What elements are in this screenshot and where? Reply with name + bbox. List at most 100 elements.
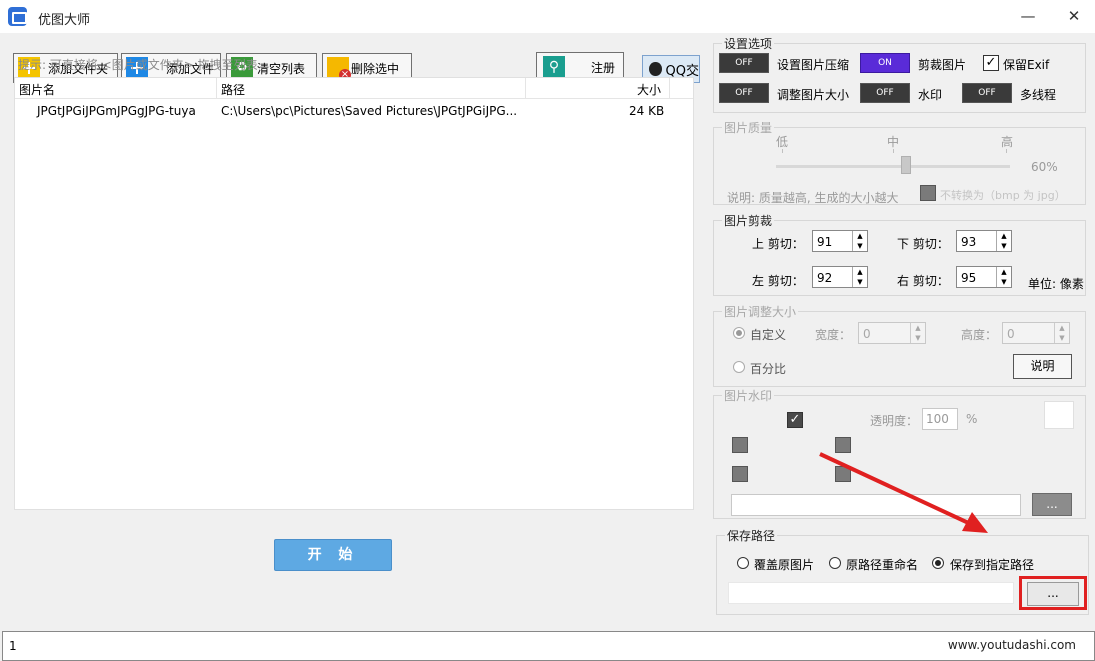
quality-slider-thumb[interactable] bbox=[901, 156, 911, 174]
spin-down-icon[interactable]: ▼ bbox=[853, 241, 867, 251]
register-label: 注册 bbox=[591, 60, 616, 75]
save-path-title: 保存路径 bbox=[725, 527, 778, 544]
file-list-header: 图片名 路径 大小 bbox=[15, 78, 693, 99]
position-top-right-checkbox[interactable] bbox=[835, 437, 851, 453]
exif-label: 保留Exif bbox=[1003, 58, 1050, 72]
overwrite-radio[interactable] bbox=[737, 557, 749, 569]
resize-toggle-label: 调整图片大小 bbox=[777, 88, 850, 102]
crop-top-value: 91 bbox=[817, 235, 833, 249]
watermark-browse-button[interactable]: ... bbox=[1032, 493, 1072, 516]
row-file-size: 24 KB bbox=[629, 104, 665, 118]
spin-up-icon[interactable]: ▲ bbox=[853, 231, 867, 241]
percent-radio[interactable] bbox=[733, 361, 745, 373]
width-spinner[interactable]: 0 ▲ ▼ bbox=[858, 322, 926, 344]
opacity-input[interactable]: 100 bbox=[922, 408, 958, 430]
quality-value: 60% bbox=[1031, 160, 1058, 174]
watermark-path-input[interactable] bbox=[731, 494, 1021, 516]
watermark-toggle[interactable]: OFF bbox=[860, 83, 910, 103]
column-path[interactable]: 路径 bbox=[221, 81, 245, 98]
crop-title: 图片剪裁 bbox=[722, 212, 775, 229]
resize-title: 图片调整大小 bbox=[722, 303, 799, 320]
crop-bottom-label: 下 剪切： bbox=[897, 237, 949, 251]
column-name[interactable]: 图片名 bbox=[19, 81, 55, 98]
position-bottom-right-checkbox[interactable] bbox=[835, 466, 851, 482]
row-file-name: JPGtJPGiJPGmJPGgJPG-tuya bbox=[37, 104, 196, 118]
status-count: 1 bbox=[9, 639, 17, 653]
app-icon bbox=[8, 7, 27, 26]
crop-right-spinner[interactable]: 95 ▲ ▼ bbox=[956, 266, 1012, 288]
crop-toggle[interactable]: ON bbox=[860, 53, 910, 73]
window-title: 优图大师 bbox=[38, 13, 91, 28]
height-label: 高度： bbox=[961, 328, 998, 342]
exif-checkbox[interactable]: ✓ bbox=[983, 55, 999, 71]
watermark-toggle-label: 水印 bbox=[918, 88, 943, 102]
table-row[interactable]: JPGtJPGiJPGmJPGgJPG-tuya C:\Users\pc\Pic… bbox=[15, 100, 693, 122]
crop-unit: 单位: 像素 bbox=[1028, 277, 1084, 291]
clear-list-label: 清空列表 bbox=[257, 61, 306, 76]
quality-note: 说明: 质量越高, 生成的大小越大 bbox=[727, 191, 899, 205]
custom-size-label: 自定义 bbox=[750, 328, 787, 342]
spin-up-icon[interactable]: ▲ bbox=[911, 323, 925, 333]
quality-title: 图片质量 bbox=[722, 119, 775, 136]
crop-top-label: 上 剪切： bbox=[752, 237, 804, 251]
save-path-input[interactable] bbox=[728, 582, 1014, 604]
spin-down-icon[interactable]: ▼ bbox=[853, 277, 867, 287]
quality-slider-track[interactable] bbox=[776, 165, 1010, 168]
spin-down-icon[interactable]: ▼ bbox=[911, 333, 925, 343]
compress-label: 设置图片压缩 bbox=[777, 58, 850, 72]
resize-toggle[interactable]: OFF bbox=[719, 83, 769, 103]
multithread-label: 多线程 bbox=[1020, 88, 1057, 102]
watermark-color-box[interactable] bbox=[1044, 401, 1074, 429]
crop-left-spinner[interactable]: 92 ▲ ▼ bbox=[812, 266, 868, 288]
spin-up-icon[interactable]: ▲ bbox=[997, 267, 1011, 277]
settings-title: 设置选项 bbox=[722, 35, 775, 52]
crop-right-value: 95 bbox=[961, 271, 977, 285]
highlight-box bbox=[1019, 576, 1087, 610]
custom-size-radio[interactable] bbox=[733, 327, 745, 339]
spin-up-icon[interactable]: ▲ bbox=[997, 231, 1011, 241]
watermark-title: 图片水印 bbox=[722, 387, 775, 404]
delete-selected-label: 删除选中 bbox=[351, 61, 400, 76]
explain-button[interactable]: 说明 bbox=[1013, 354, 1072, 379]
start-button[interactable]: 开 始 bbox=[274, 539, 392, 571]
crop-bottom-spinner[interactable]: 93 ▲ ▼ bbox=[956, 230, 1012, 252]
compress-toggle[interactable]: OFF bbox=[719, 53, 769, 73]
file-list[interactable]: 图片名 路径 大小 JPGtJPGiJPGmJPGgJPG-tuya C:\Us… bbox=[14, 77, 694, 510]
spin-down-icon[interactable]: ▼ bbox=[997, 277, 1011, 287]
width-label: 宽度： bbox=[815, 328, 852, 342]
crop-toggle-label: 剪裁图片 bbox=[918, 58, 967, 72]
quality-high-label: 高 bbox=[1001, 135, 1014, 149]
close-button[interactable]: ✕ bbox=[1061, 4, 1087, 28]
rename-radio[interactable] bbox=[829, 557, 841, 569]
slider-tick bbox=[1006, 149, 1007, 153]
multithread-toggle[interactable]: OFF bbox=[962, 83, 1012, 103]
height-spinner[interactable]: 0 ▲ ▼ bbox=[1002, 322, 1070, 344]
width-value: 0 bbox=[863, 327, 871, 341]
custom-path-label: 保存到指定路径 bbox=[950, 558, 1035, 572]
opacity-unit: % bbox=[966, 412, 978, 426]
minimize-button[interactable]: — bbox=[1015, 4, 1041, 28]
crop-top-spinner[interactable]: 91 ▲ ▼ bbox=[812, 230, 868, 252]
quality-mid-label: 中 bbox=[887, 135, 900, 149]
bmp-checkbox[interactable] bbox=[920, 185, 936, 201]
column-separator bbox=[525, 78, 526, 99]
overwrite-label: 覆盖原图片 bbox=[754, 558, 815, 572]
column-separator bbox=[669, 78, 670, 99]
key-icon: ⚲ bbox=[543, 56, 565, 78]
column-separator bbox=[216, 78, 217, 99]
position-bottom-left-checkbox[interactable] bbox=[732, 466, 748, 482]
slider-tick bbox=[782, 149, 783, 153]
spin-down-icon[interactable]: ▼ bbox=[1055, 333, 1069, 343]
opacity-value: 100 bbox=[926, 412, 949, 426]
height-value: 0 bbox=[1007, 327, 1015, 341]
column-size[interactable]: 大小 bbox=[637, 81, 661, 98]
percent-label: 百分比 bbox=[750, 362, 787, 376]
rename-label: 原路径重命名 bbox=[846, 558, 919, 572]
spin-down-icon[interactable]: ▼ bbox=[997, 241, 1011, 251]
spin-up-icon[interactable]: ▲ bbox=[853, 267, 867, 277]
position-top-left-checkbox[interactable] bbox=[732, 437, 748, 453]
custom-path-radio[interactable] bbox=[932, 557, 944, 569]
qq-label: QQ交 bbox=[665, 63, 699, 79]
watermark-text-checkbox[interactable]: ✓ bbox=[787, 412, 803, 428]
spin-up-icon[interactable]: ▲ bbox=[1055, 323, 1069, 333]
